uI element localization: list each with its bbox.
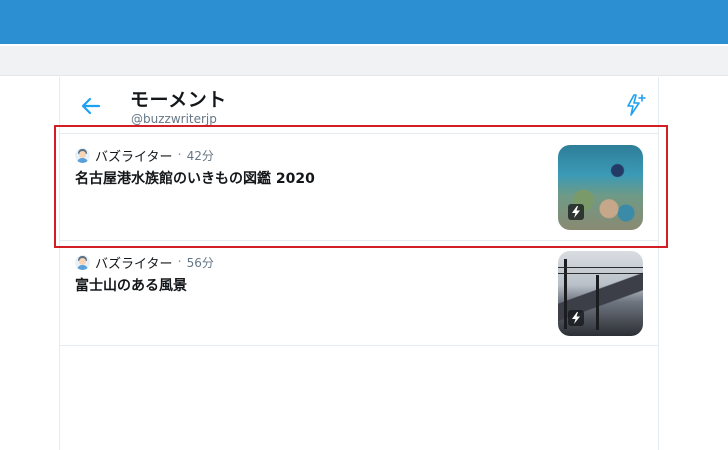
mount-fuji-thumbnail[interactable]	[558, 251, 643, 336]
lightning-icon	[572, 206, 580, 218]
moment-time: 42分	[186, 148, 214, 163]
avatar[interactable]	[75, 254, 90, 270]
create-moment-button[interactable]	[623, 93, 647, 117]
lightning-plus-icon	[627, 94, 646, 116]
avatar[interactable]	[75, 147, 90, 163]
top-navigation-bar	[0, 0, 728, 44]
meta-separator: ·	[177, 254, 182, 270]
moments-column: モーメント @buzzwriterjp バズライター · 42分 名古屋港水族館…	[59, 77, 659, 450]
moments-header: モーメント @buzzwriterjp	[60, 77, 658, 129]
page-title: モーメント	[130, 89, 227, 111]
user-handle: @buzzwriterjp	[131, 112, 217, 126]
moment-meta: バズライター · 56分	[75, 253, 214, 272]
back-button[interactable]	[80, 95, 102, 117]
arrow-left-icon	[81, 97, 101, 115]
author-name[interactable]: バズライター	[95, 146, 172, 165]
moment-title[interactable]: 名古屋港水族館のいきもの図鑑 2020	[75, 168, 315, 188]
moment-badge	[568, 204, 584, 220]
author-name[interactable]: バズライター	[95, 253, 172, 272]
moment-title[interactable]: 富士山のある風景	[75, 275, 187, 295]
moment-item[interactable]: バズライター · 56分 富士山のある風景	[60, 240, 658, 346]
moment-time: 56分	[186, 255, 214, 270]
lightning-icon	[572, 312, 580, 324]
moment-badge	[568, 310, 584, 326]
secondary-toolbar	[0, 46, 728, 76]
meta-separator: ·	[177, 147, 182, 163]
aquarium-thumbnail[interactable]	[558, 145, 643, 230]
moment-item[interactable]: バズライター · 42分 名古屋港水族館のいきもの図鑑 2020	[60, 133, 658, 238]
moment-meta: バズライター · 42分	[75, 146, 214, 165]
